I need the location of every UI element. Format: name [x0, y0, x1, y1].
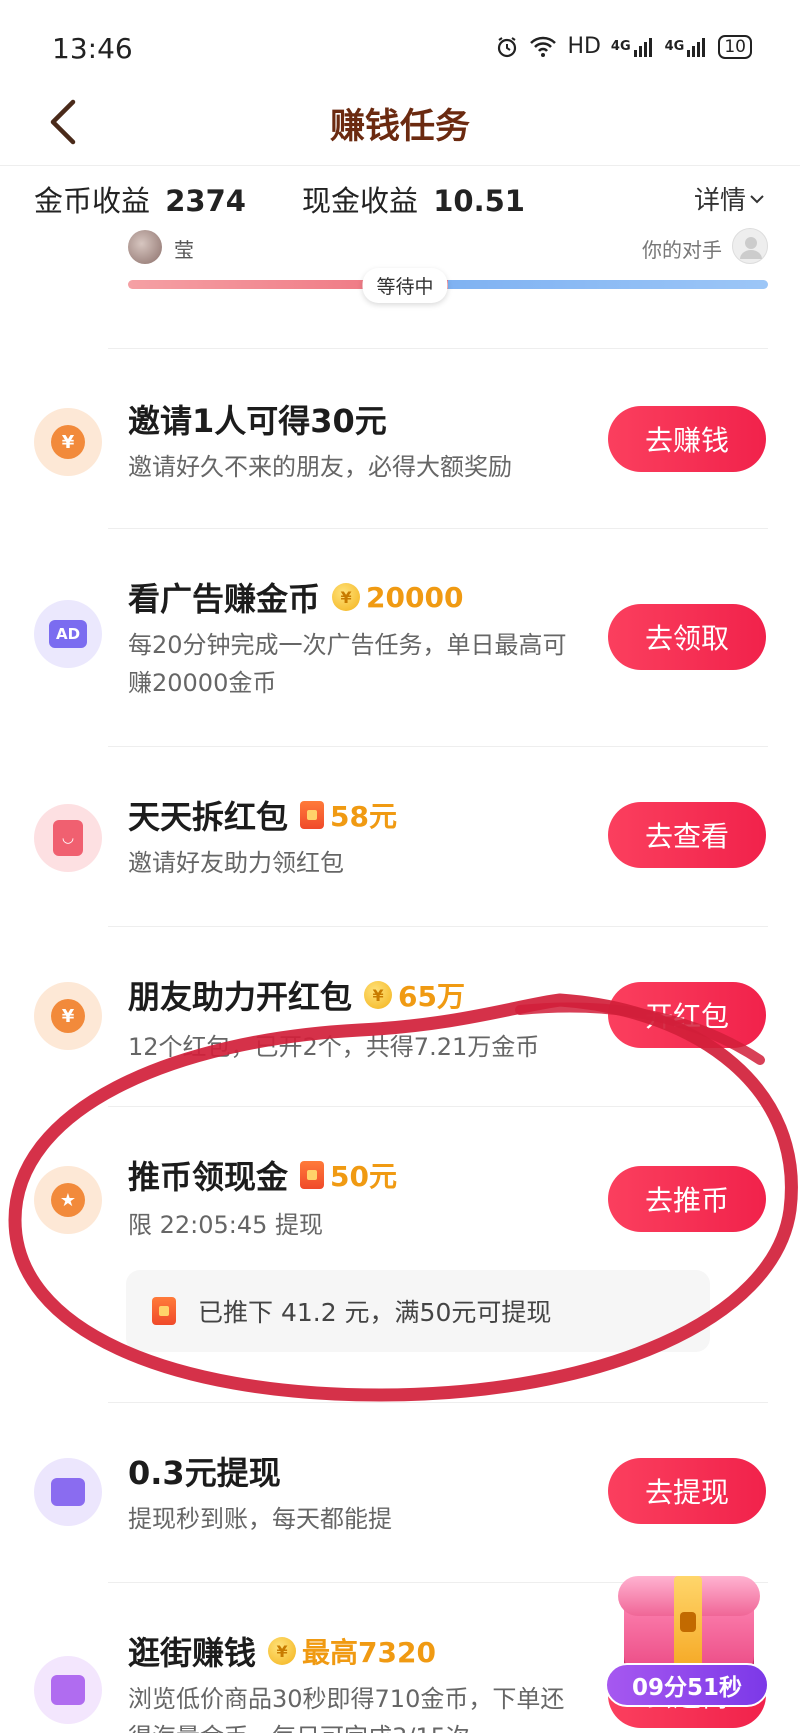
withdraw-button[interactable]: 去提现 [608, 1458, 766, 1524]
alarm-icon [495, 35, 519, 59]
status-icons: HD 4G 4G 10 [495, 34, 752, 59]
divider [108, 746, 768, 747]
ad-icon: AD [34, 600, 102, 668]
push-progress-box: 已推下 41.2 元，满50元可提现 [126, 1270, 710, 1352]
chevron-down-icon [750, 194, 764, 203]
red-packet-icon [300, 801, 325, 829]
nav-bar: 赚钱任务 [0, 90, 800, 166]
cash-earnings-value: 10.51 [433, 184, 525, 218]
task-title: 0.3元提现 [128, 1454, 281, 1492]
divider [108, 528, 768, 529]
task-title: 天天拆红包 58元 [128, 792, 397, 838]
my-name: 莹 [174, 238, 194, 262]
chest-timer[interactable]: 09分51秒 [605, 1663, 769, 1707]
task-desc: 限 22:05:45 提现 [128, 1211, 324, 1239]
yuan-coin-icon: ¥ [34, 982, 102, 1050]
coin-earnings: 金币收益 2374 [34, 178, 246, 220]
red-packet-icon [152, 1297, 176, 1325]
signal-icon-1: 4G [611, 36, 655, 58]
task-desc: 邀请好友助力领红包 [128, 849, 344, 877]
divider [108, 926, 768, 927]
reward-badge: ¥20000 [332, 581, 463, 614]
coin-icon: ¥ [364, 981, 393, 1009]
pk-section: 莹 你的对手 等待中 [0, 224, 800, 308]
opponent-avatar [732, 228, 768, 264]
task-desc: 每20分钟完成一次广告任务，单日最高可赚20000金币 [128, 631, 567, 697]
coin-icon: ¥ [268, 1637, 297, 1665]
earnings-summary: 金币收益 2374 现金收益 10.51 详情 [0, 170, 800, 222]
coin-earnings-label: 金币收益 [34, 184, 151, 218]
red-envelope-icon: ◡ [34, 804, 102, 872]
divider [108, 1106, 768, 1107]
star-coin-icon: ★ [34, 1166, 102, 1234]
opponent-label: 你的对手 [642, 238, 722, 262]
divider [108, 348, 768, 349]
push-coin-button[interactable]: 去推币 [608, 1166, 766, 1232]
task-desc: 提现秒到账，每天都能提 [128, 1505, 392, 1533]
reward-badge: ¥65万 [364, 975, 465, 1015]
avatar [128, 230, 162, 264]
yuan-coin-icon: ¥ [34, 408, 102, 476]
task-title: 邀请1人可得30元 [128, 402, 387, 440]
pk-progress-bar [128, 280, 768, 289]
red-packet-icon [300, 1161, 325, 1189]
claim-button[interactable]: 去领取 [608, 604, 766, 670]
reward-badge: 50元 [300, 1155, 397, 1195]
user-icon [740, 237, 762, 259]
status-bar: 13:46 HD 4G 4G 10 [0, 0, 800, 96]
reward-badge: 58元 [300, 795, 397, 835]
coin-earnings-value: 2374 [165, 184, 246, 218]
shop-icon [34, 1656, 102, 1724]
task-title: 逛街赚钱 ¥ 最高7320 [128, 1628, 436, 1674]
cash-earnings-label: 现金收益 [302, 184, 419, 218]
status-time: 13:46 [52, 32, 133, 65]
task-desc: 12个红包，已开2个，共得7.21万金币 [128, 1033, 540, 1061]
wifi-icon [529, 36, 557, 58]
battery-icon: 10 [718, 34, 752, 59]
page-title: 赚钱任务 [329, 107, 470, 147]
cash-earnings: 现金收益 10.51 [302, 178, 525, 220]
detail-label: 详情 [693, 186, 746, 216]
task-title: 看广告赚金币 ¥20000 [128, 580, 464, 618]
coin-icon: ¥ [332, 583, 361, 611]
signal-icon-2: 4G [665, 36, 709, 58]
push-progress-text: 已推下 41.2 元，满50元可提现 [198, 1298, 552, 1327]
task-title: 推币领现金 50元 [128, 1152, 397, 1198]
detail-link[interactable]: 详情 [694, 180, 764, 217]
earn-button[interactable]: 去赚钱 [608, 406, 766, 472]
pk-bar-right [448, 280, 768, 289]
task-desc: 邀请好久不来的朋友，必得大额奖励 [128, 453, 512, 481]
view-button[interactable]: 去查看 [608, 802, 766, 868]
reward-badge: ¥ 最高7320 [268, 1631, 436, 1671]
task-title: 朋友助力开红包 ¥65万 [128, 972, 465, 1018]
wallet-icon [34, 1458, 102, 1526]
task-desc: 浏览低价商品30秒即得710金币，下单还得海量金币，每日可完成3/15次 [128, 1685, 565, 1733]
open-envelope-button[interactable]: 开红包 [608, 982, 766, 1048]
pk-status-badge: 等待中 [362, 268, 448, 303]
lock-icon [680, 1612, 696, 1632]
divider [108, 1402, 768, 1403]
network-label: HD [567, 34, 601, 59]
